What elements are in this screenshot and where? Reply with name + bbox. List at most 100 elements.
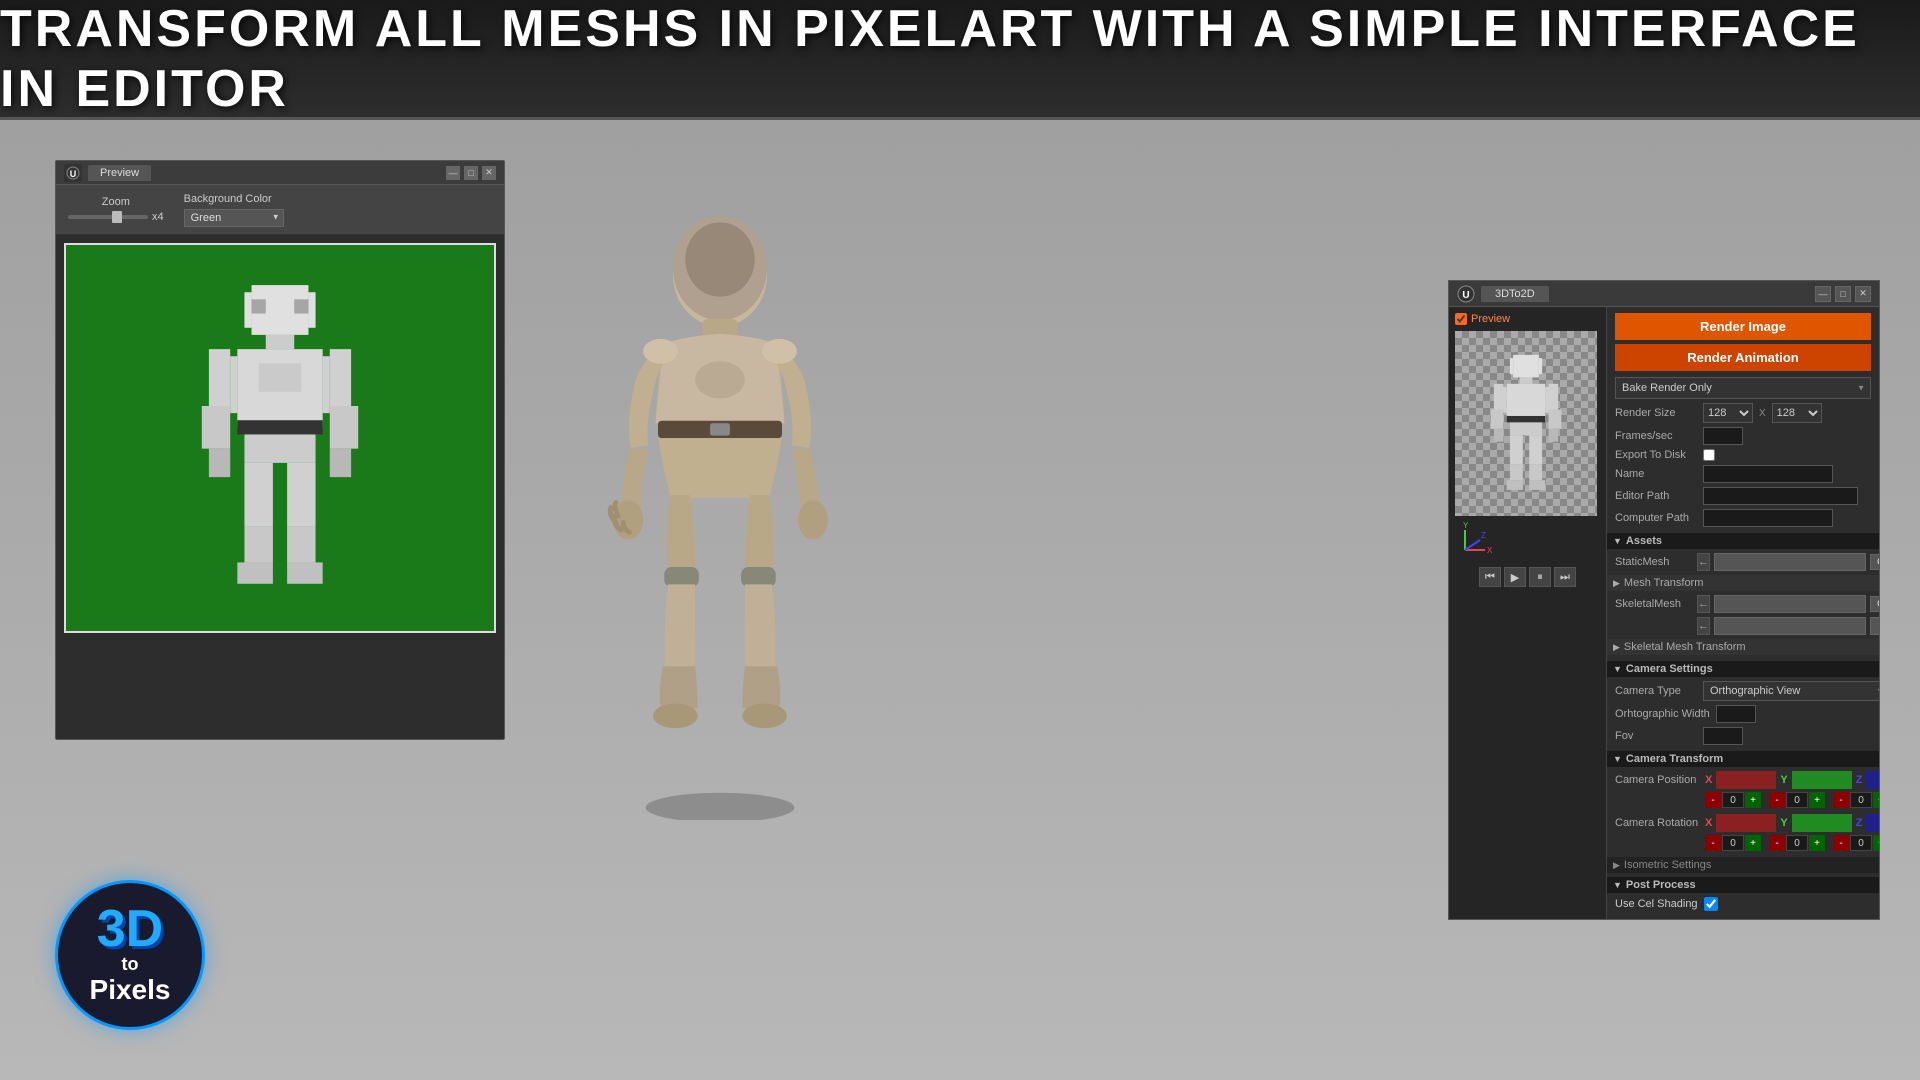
- cel-shading-checkbox[interactable]: [1704, 897, 1718, 911]
- character-3d-svg: [580, 200, 860, 820]
- rx-step-val: 0: [1722, 835, 1744, 851]
- editor-path-row: Editor Path /Game/3dToPixel/RenderOutput…: [1615, 487, 1871, 505]
- frames-sec-input[interactable]: 30: [1703, 427, 1743, 445]
- bg-color-select-wrapper: Green Blue Red Black White ▼: [184, 208, 284, 227]
- zoom-slider-container: x4: [68, 211, 164, 223]
- preview-image-box: [1455, 331, 1597, 516]
- preview-canvas: [64, 243, 496, 633]
- skeletal-mesh-input[interactable]: None: [1714, 595, 1866, 613]
- export-disk-checkbox[interactable]: [1703, 449, 1715, 461]
- panel-maximize-button[interactable]: □: [1835, 286, 1851, 302]
- cam-pos-label: Camera Position: [1615, 774, 1701, 786]
- computer-path-input[interactable]: C:\: [1703, 509, 1833, 527]
- export-disk-label: Export To Disk: [1615, 449, 1697, 461]
- cam-rot-label: Camera Rotation: [1615, 817, 1701, 829]
- close-button[interactable]: ✕: [482, 166, 496, 180]
- rz-minus-btn[interactable]: -: [1833, 835, 1849, 851]
- y-plus-btn[interactable]: +: [1809, 792, 1825, 808]
- cam-ry-input[interactable]: 0: [1792, 814, 1852, 832]
- bake-render-select[interactable]: Bake Render Only: [1615, 377, 1871, 399]
- render-width-select[interactable]: 12864256512: [1703, 403, 1753, 423]
- ortho-width-label: Orhtographic Width: [1615, 708, 1710, 720]
- mesh-transform-header: ▶ Mesh Transform: [1607, 575, 1879, 591]
- maximize-button[interactable]: □: [464, 166, 478, 180]
- svg-text:U: U: [1462, 290, 1469, 301]
- banner-title: TRANSFORM ALL MESHS IN PIXELART WITH A S…: [0, 0, 1920, 119]
- x-step-val: 0: [1722, 792, 1744, 808]
- y-minus-btn[interactable]: -: [1769, 792, 1785, 808]
- rx-minus-btn[interactable]: -: [1705, 835, 1721, 851]
- clear-meshes-button[interactable]: Clear Meshes: [1870, 554, 1879, 570]
- cam-rx-input[interactable]: 0: [1716, 814, 1776, 832]
- rx-plus-btn[interactable]: +: [1745, 835, 1761, 851]
- cam-y-input[interactable]: 0: [1792, 771, 1852, 789]
- skeletal-mesh-label: SkeletalMesh: [1615, 598, 1693, 610]
- minimize-button[interactable]: —: [446, 166, 460, 180]
- skeletal-extra-row: ←: [1615, 617, 1871, 635]
- static-mesh-arrow-btn[interactable]: ←: [1697, 553, 1710, 571]
- post-process-arrow: ▼: [1613, 880, 1622, 890]
- skeletal-extra-input[interactable]: [1714, 617, 1866, 635]
- cam-pos-steppers: - 0 + - 0 + - 0 +: [1615, 792, 1871, 808]
- ry-minus-btn[interactable]: -: [1769, 835, 1785, 851]
- preview-checkbox[interactable]: [1455, 313, 1467, 325]
- x-minus-btn[interactable]: -: [1705, 792, 1721, 808]
- camera-pos-row: Camera Position X -400 Y 0 Z 0 Reset: [1615, 771, 1871, 789]
- rz-plus-btn[interactable]: +: [1873, 835, 1879, 851]
- z-stepper-group: - 0 +: [1833, 792, 1879, 808]
- skeletal-extra-value[interactable]: [1870, 617, 1879, 635]
- frames-sec-row: Frames/sec 30: [1615, 427, 1871, 445]
- render-image-button[interactable]: Render Image: [1615, 313, 1871, 340]
- assets-section-header: ▼ Assets: [1607, 533, 1879, 549]
- panel-minimize-button[interactable]: —: [1815, 286, 1831, 302]
- cam-x-input[interactable]: -400: [1716, 771, 1776, 789]
- post-process-header: ▼ Post Process: [1607, 877, 1879, 893]
- skeletal-transform-arrow: ▶: [1613, 642, 1620, 653]
- post-process-label: Post Process: [1626, 879, 1696, 891]
- camera-transform-label: Camera Transform: [1626, 753, 1723, 765]
- bg-color-select[interactable]: Green Blue Red Black White: [184, 209, 284, 227]
- skip-back-btn[interactable]: ⏮: [1479, 567, 1501, 587]
- character-3d-area: [520, 160, 920, 860]
- ry-plus-btn[interactable]: +: [1809, 835, 1825, 851]
- zoom-slider[interactable]: [68, 215, 148, 219]
- preview-checkbox-row: Preview: [1455, 313, 1600, 325]
- name-row: Name Render: [1615, 465, 1871, 483]
- z-plus-btn[interactable]: +: [1873, 792, 1879, 808]
- ortho-width-row: Orhtographic Width 190: [1615, 705, 1871, 723]
- fov-input[interactable]: 40: [1703, 727, 1743, 745]
- clear-skeletal-button[interactable]: Clear Skeletal: [1870, 596, 1879, 612]
- pause-btn[interactable]: ⏸: [1529, 567, 1551, 587]
- editor-path-input[interactable]: /Game/3dToPixel/RenderOutput/: [1703, 487, 1858, 505]
- rz-step-val: 0: [1850, 835, 1872, 851]
- play-btn[interactable]: ▶: [1504, 567, 1526, 587]
- window-controls: — □ ✕: [446, 166, 496, 180]
- cam-z-input[interactable]: 0: [1866, 771, 1879, 789]
- camera-type-select[interactable]: Orthographic View Perspective View: [1703, 681, 1879, 701]
- svg-text:U: U: [70, 169, 77, 179]
- camera-transform-arrow: ▼: [1613, 754, 1622, 764]
- skip-fwd-btn[interactable]: ⏭: [1554, 567, 1576, 587]
- frames-sec-label: Frames/sec: [1615, 430, 1697, 442]
- skeletal-extra-arrow[interactable]: ←: [1697, 617, 1710, 635]
- ortho-width-input[interactable]: 190: [1716, 705, 1756, 723]
- x-stepper-group: - 0 +: [1705, 792, 1761, 808]
- cam-ry-label: Y: [1780, 817, 1787, 829]
- name-input[interactable]: Render: [1703, 465, 1833, 483]
- z-minus-btn[interactable]: -: [1833, 792, 1849, 808]
- static-mesh-input[interactable]: None: [1714, 553, 1866, 571]
- rx-stepper-group: - 0 +: [1705, 835, 1761, 851]
- cam-rz-input[interactable]: 0: [1866, 814, 1879, 832]
- render-height-select[interactable]: 12864256512: [1772, 403, 1822, 423]
- skeletal-mesh-row: SkeletalMesh ← None Clear Skeletal: [1615, 595, 1871, 613]
- panel-close-button[interactable]: ✕: [1855, 286, 1871, 302]
- x-plus-btn[interactable]: +: [1745, 792, 1761, 808]
- cam-x-label: X: [1705, 774, 1712, 786]
- preview-tab[interactable]: Preview: [88, 165, 151, 181]
- fov-label: Fov: [1615, 730, 1697, 742]
- panel-tab[interactable]: 3DTo2D: [1481, 286, 1549, 302]
- render-animation-button[interactable]: Render Animation: [1615, 344, 1871, 371]
- skeletal-mesh-arrow-btn[interactable]: ←: [1697, 595, 1710, 613]
- panel-settings-pane: Render Image Render Animation Bake Rende…: [1607, 307, 1879, 919]
- top-banner: TRANSFORM ALL MESHS IN PIXELART WITH A S…: [0, 0, 1920, 120]
